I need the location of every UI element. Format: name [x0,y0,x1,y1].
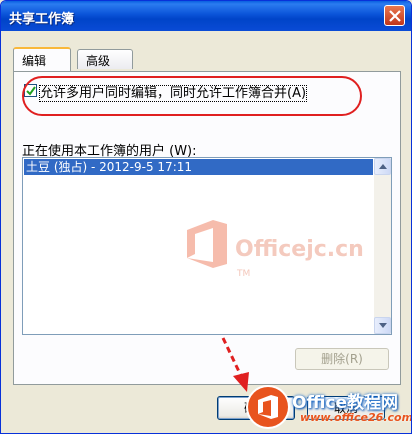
office-logo-icon [248,387,288,427]
allow-multi-user-accelerator: (A) [287,86,307,101]
scroll-down-button[interactable] [374,317,391,334]
watermark-tm: TM [237,269,251,279]
brand-title: Office教程网 [292,393,399,413]
close-button[interactable] [384,5,405,26]
remove-button[interactable]: 删除(R) [295,348,389,370]
allow-multi-user-checkbox[interactable] [24,84,37,97]
watermark-text: Officejc.cn [235,237,364,262]
share-workbook-dialog: 共享工作簿 编辑 高级 允许多用户同时编辑，同时允许工作簿合并(A) 正在使用本… [0,0,412,434]
scroll-up-arrow-icon [379,164,387,169]
close-icon [389,10,401,22]
tab-advanced[interactable]: 高级 [77,49,133,69]
allow-multi-user-text: 允许多用户同时编辑，同时允许工作簿合并 [40,86,288,101]
listbox-scrollbar[interactable] [374,158,391,334]
list-item[interactable]: 土豆 (独占) - 2012-9-5 17:11 [24,159,373,175]
window-title: 共享工作簿 [9,12,75,27]
office-watermark-icon [187,220,227,268]
tab-edit[interactable]: 编辑 [13,47,71,71]
checkmark-icon [26,86,36,96]
brand-badge: Office教程网 www.office26.com [248,383,412,433]
scroll-down-arrow-icon [379,323,387,328]
scroll-up-button[interactable] [374,158,391,175]
allow-multi-user-label: 允许多用户同时编辑，同时允许工作簿合并(A) [38,82,308,102]
title-bar[interactable]: 共享工作簿 [1,1,411,31]
brand-url: www.office26.com [300,411,412,424]
